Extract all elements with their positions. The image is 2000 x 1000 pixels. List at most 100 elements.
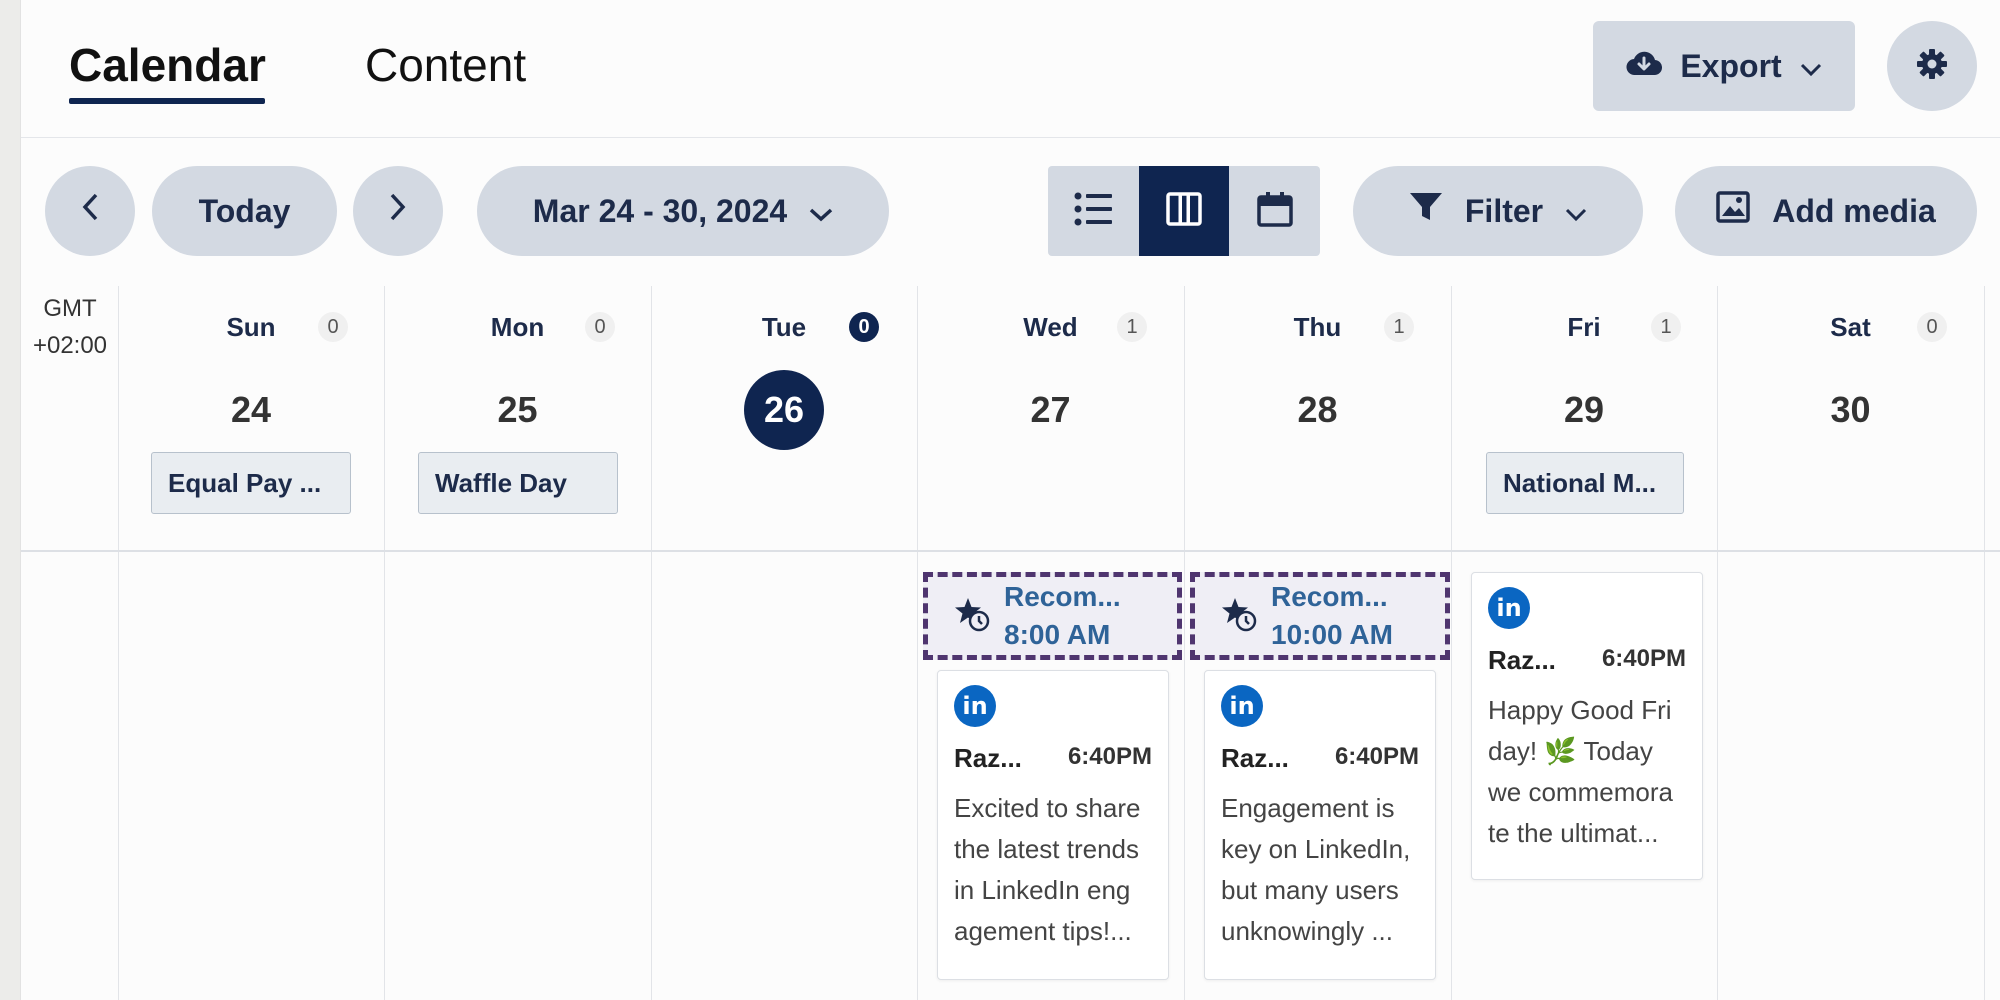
post-count-badge: 0 xyxy=(318,312,348,342)
star-clock-icon xyxy=(1221,596,1257,637)
day-number: 29 xyxy=(1563,389,1605,430)
linkedin-icon: in xyxy=(1221,685,1263,727)
recommended-time: 8:00 AM xyxy=(1004,619,1111,650)
day-number: 24 xyxy=(230,389,272,430)
columns-icon xyxy=(1166,191,1202,231)
post-count-badge: 1 xyxy=(1384,312,1414,342)
post-line: Happy Good Fri xyxy=(1488,695,1672,725)
today-button[interactable]: Today xyxy=(152,166,337,256)
active-tab-indicator xyxy=(69,98,265,104)
post-line: te the ultimat... xyxy=(1488,818,1659,848)
day-column-thu[interactable]: Thu 1 28 xyxy=(1184,286,1451,550)
header: Calendar Content Export xyxy=(21,0,2000,138)
calendar-icon xyxy=(1256,191,1293,232)
export-button[interactable]: Export xyxy=(1593,21,1855,111)
day-column-sun[interactable]: Sun 0 24 Equal Pay ... xyxy=(118,286,384,550)
filter-label: Filter xyxy=(1464,192,1544,229)
post-line: Engagement is xyxy=(1221,793,1395,823)
post-card[interactable]: in Raz... 6:40PM Excited to share the la… xyxy=(937,670,1169,980)
post-author: Raz... xyxy=(1221,743,1289,773)
timezone-offset: +02:00 xyxy=(32,332,108,359)
post-time: 6:40PM xyxy=(1334,743,1419,770)
post-card[interactable]: in Raz... 6:40PM Happy Good Fri day! 🌿 T… xyxy=(1471,572,1703,880)
date-range-dropdown[interactable]: Mar 24 - 30, 2024 xyxy=(477,166,889,256)
chevron-down-icon xyxy=(1565,193,1587,230)
day-column-mon[interactable]: Mon 0 25 Waffle Day xyxy=(384,286,651,550)
recommended-time: 10:00 AM xyxy=(1271,619,1393,650)
holiday-chip[interactable]: Equal Pay ... xyxy=(151,452,351,514)
chevron-down-icon xyxy=(809,193,833,230)
tab-calendar[interactable]: Calendar xyxy=(69,38,266,92)
post-author: Raz... xyxy=(1488,645,1556,675)
recommended-slot-text: Recom... 8:00 AM xyxy=(1004,578,1121,654)
add-media-button[interactable]: Add media xyxy=(1675,166,1977,256)
post-meta: Raz... 6:40PM xyxy=(1488,645,1686,676)
chevron-left-icon xyxy=(81,192,99,230)
post-time: 6:40PM xyxy=(1067,743,1152,770)
post-preview: Excited to share the latest trends in Li… xyxy=(954,788,1152,952)
chevron-down-icon xyxy=(1800,48,1822,85)
day-number: 27 xyxy=(1030,389,1071,430)
list-icon xyxy=(1074,191,1114,232)
post-line: agement tips!... xyxy=(954,916,1132,946)
holiday-chip[interactable]: National M... xyxy=(1486,452,1684,514)
post-count-badge: 1 xyxy=(1117,312,1147,342)
post-count-badge: 1 xyxy=(1651,312,1681,342)
day-number: 25 xyxy=(497,389,538,430)
recommended-slot[interactable]: Recom... 8:00 AM xyxy=(923,572,1182,660)
recommended-label: Recom... xyxy=(1271,581,1388,612)
image-icon xyxy=(1716,191,1750,231)
settings-button[interactable] xyxy=(1887,21,1977,111)
day-column-tue[interactable]: Tue 0 26 xyxy=(651,286,917,550)
filter-icon xyxy=(1409,191,1443,231)
gear-icon xyxy=(1915,47,1949,86)
star-clock-icon xyxy=(954,596,990,637)
month-view-button[interactable] xyxy=(1229,166,1320,256)
next-week-button[interactable] xyxy=(353,166,443,256)
post-card[interactable]: in Raz... 6:40PM Engagement is key on Li… xyxy=(1204,670,1436,980)
chevron-right-icon xyxy=(389,192,407,230)
post-line: unknowingly ... xyxy=(1221,916,1393,946)
date-range-label: Mar 24 - 30, 2024 xyxy=(532,192,788,229)
day-number-today: 26 xyxy=(744,370,824,450)
add-media-label: Add media xyxy=(1772,192,1936,229)
recommended-slot-text: Recom... 10:00 AM xyxy=(1271,578,1393,654)
post-meta: Raz... 6:40PM xyxy=(954,743,1152,774)
app-window: Calendar Content Export Today Mar 24 - 3… xyxy=(20,0,2000,1000)
day-column-sat[interactable]: Sat 0 30 xyxy=(1717,286,1984,550)
post-author: Raz... xyxy=(954,743,1022,773)
linkedin-icon: in xyxy=(954,685,996,727)
day-number: 30 xyxy=(1830,389,1871,430)
post-preview: Happy Good Fri day! 🌿 Today we commemora… xyxy=(1488,690,1686,854)
list-view-button[interactable] xyxy=(1048,166,1139,256)
post-preview: Engagement is key on LinkedIn, but many … xyxy=(1221,788,1419,952)
post-meta: Raz... 6:40PM xyxy=(1221,743,1419,774)
day-column-wed[interactable]: Wed 1 27 xyxy=(917,286,1184,550)
post-time: 6:40PM xyxy=(1601,645,1686,672)
post-line: day! 🌿 Today xyxy=(1488,736,1653,766)
week-view-button[interactable] xyxy=(1139,166,1229,256)
day-column-fri[interactable]: Fri 1 29 National M... xyxy=(1451,286,1717,550)
post-line: key on LinkedIn, xyxy=(1221,834,1411,864)
tab-content[interactable]: Content xyxy=(365,38,526,92)
previous-week-button[interactable] xyxy=(45,166,135,256)
post-count-badge: 0 xyxy=(585,312,615,342)
post-line: Excited to share xyxy=(954,793,1141,823)
day-number: 28 xyxy=(1297,389,1338,430)
recommended-slot[interactable]: Recom... 10:00 AM xyxy=(1190,572,1450,660)
post-line: in LinkedIn eng xyxy=(954,875,1131,905)
post-line: but many users xyxy=(1221,875,1399,905)
post-count-badge: 0 xyxy=(849,312,879,342)
header-divider xyxy=(21,550,2000,552)
timezone-gmt: GMT xyxy=(43,295,97,322)
linkedin-icon: in xyxy=(1488,587,1530,629)
cloud-download-icon xyxy=(1626,48,1663,85)
timezone-label: GMT +02:00 xyxy=(21,290,119,364)
holiday-chip[interactable]: Waffle Day xyxy=(418,452,618,514)
export-label: Export xyxy=(1680,47,1782,84)
filter-button[interactable]: Filter xyxy=(1353,166,1643,256)
view-switcher xyxy=(1048,166,1320,256)
grid-line xyxy=(1984,286,1985,1000)
recommended-label: Recom... xyxy=(1004,581,1121,612)
post-count-badge: 0 xyxy=(1917,312,1947,342)
